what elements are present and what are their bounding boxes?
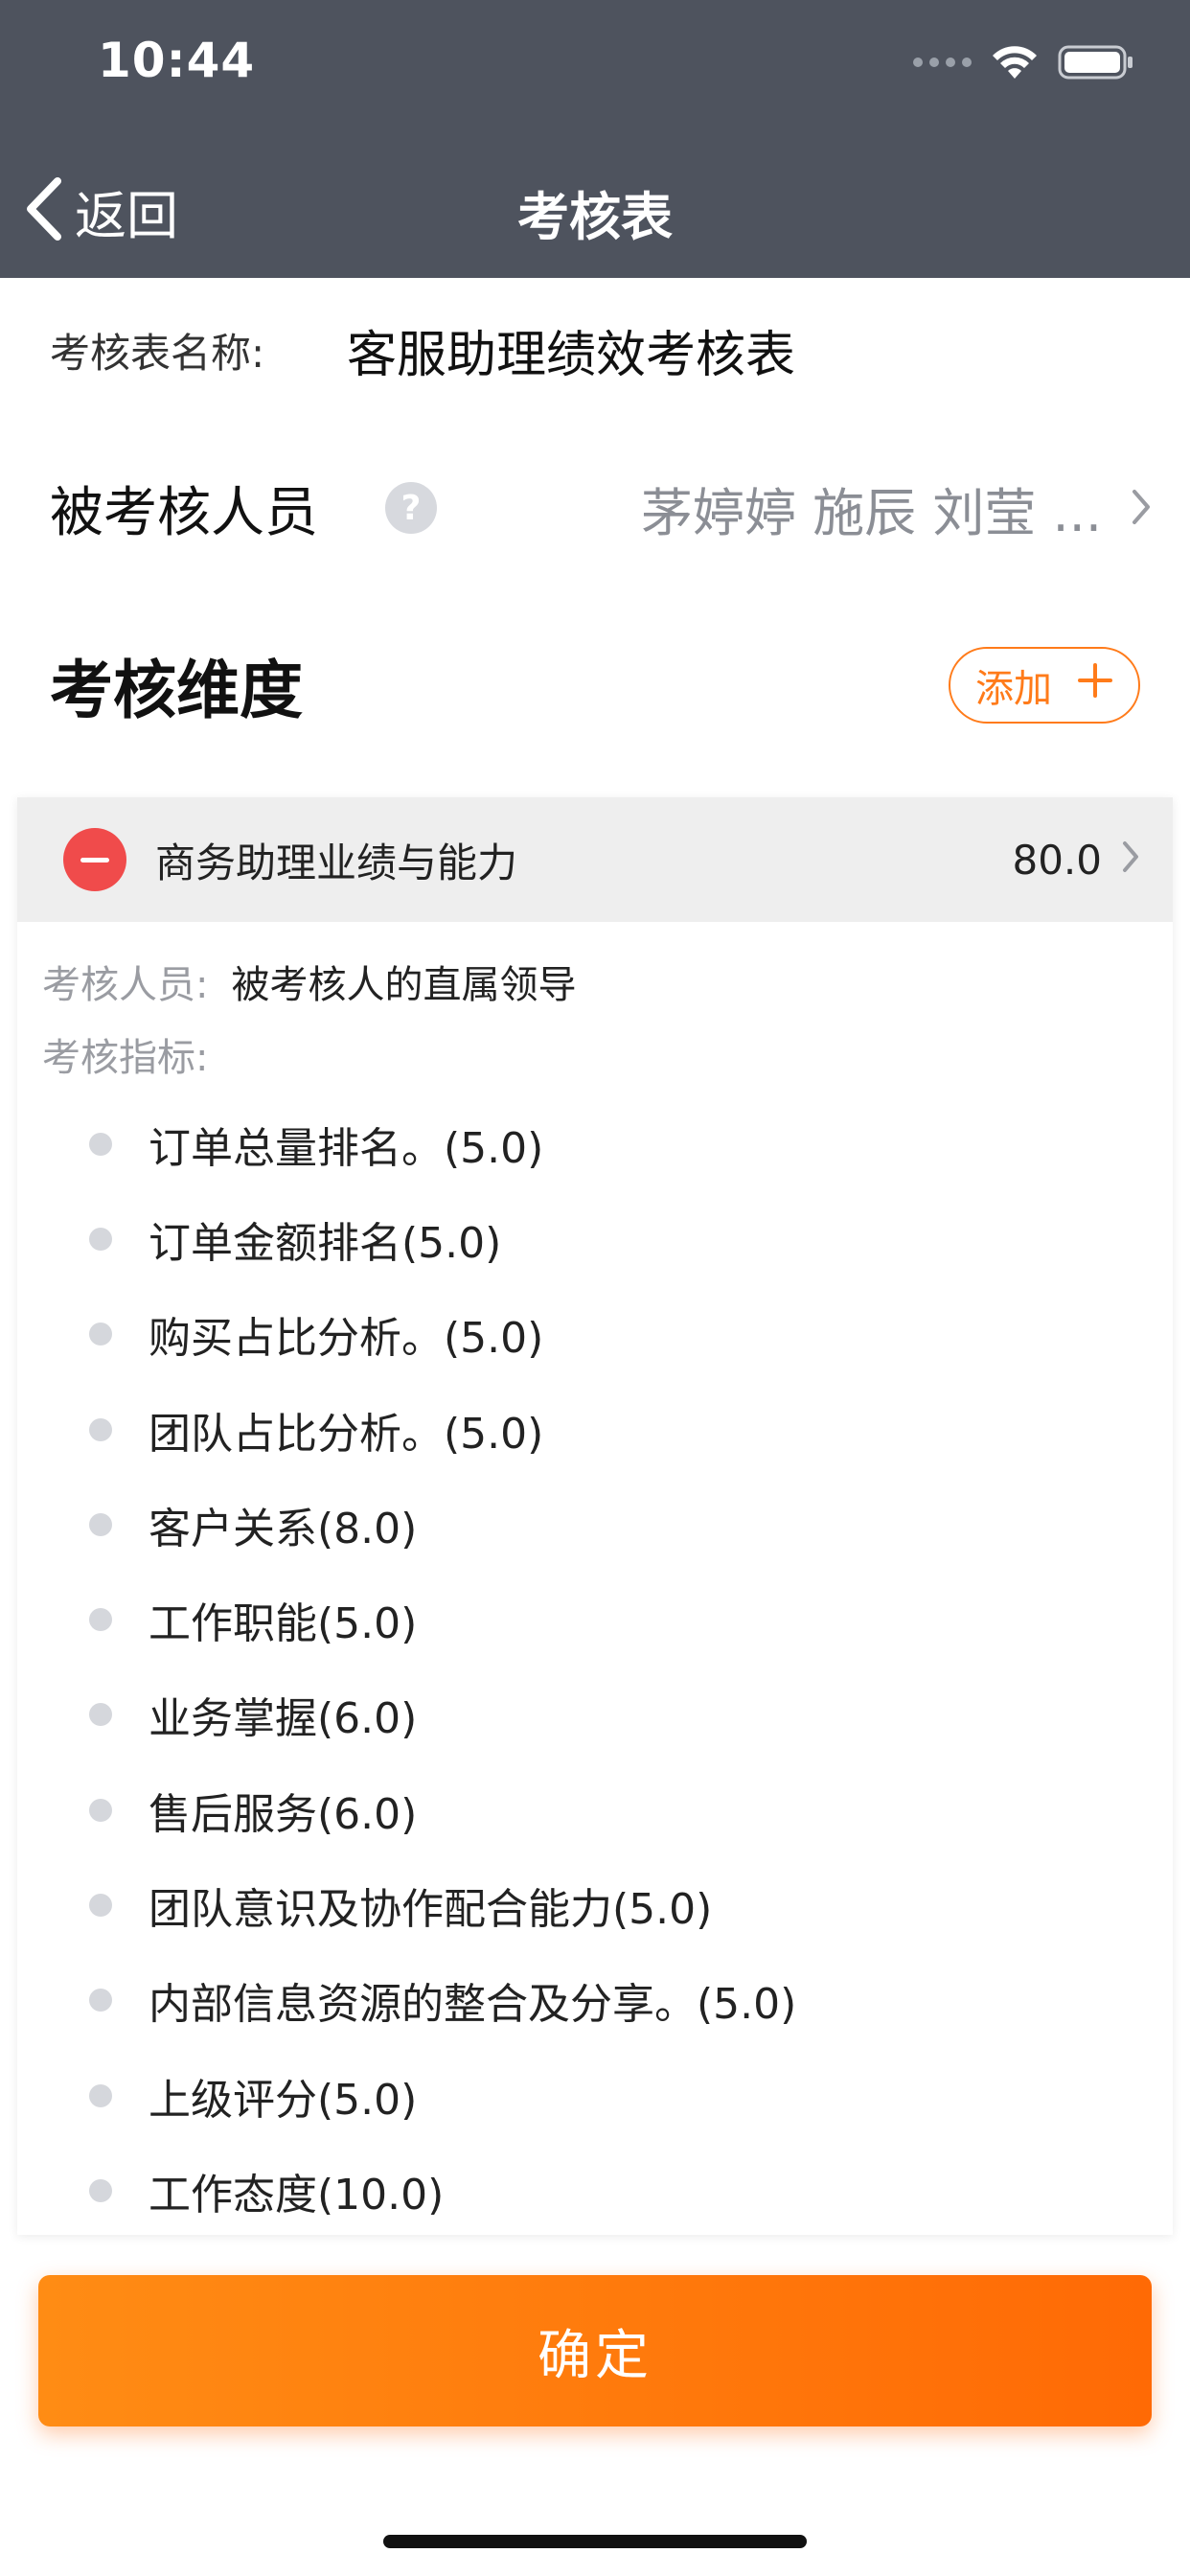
- wifi-icon: [991, 44, 1039, 80]
- bullet-icon: [89, 2083, 112, 2107]
- list-item: 团队占比分析。(5.0): [17, 1382, 1173, 1477]
- dimension-card: 商务助理业绩与能力 80.0 考核人员: 被考核人的直属领导 考核指标: 订单总…: [17, 797, 1173, 2235]
- list-item: 订单金额排名(5.0): [17, 1191, 1173, 1286]
- bullet-icon: [89, 1989, 112, 2012]
- reviewer-line: 考核人员: 被考核人的直属领导: [42, 945, 1173, 1018]
- status-icons: [913, 38, 1134, 86]
- bullet-icon: [89, 1894, 112, 1918]
- bullet-icon: [89, 1703, 112, 1727]
- bullet-icon: [89, 1798, 112, 1822]
- indicator-text: 工作态度(10.0): [149, 2170, 445, 2220]
- bullet-icon: [89, 1512, 112, 1536]
- indicators-label: 考核指标:: [42, 1036, 209, 1080]
- people-row[interactable]: 被考核人员 ? 茅婷婷 施辰 刘莹 ...: [50, 470, 1152, 546]
- indicator-text: 上级评分(5.0): [149, 2075, 418, 2125]
- bullet-icon: [89, 1608, 112, 1632]
- add-dimension-button[interactable]: 添加: [949, 647, 1140, 724]
- bullet-icon: [89, 1132, 112, 1156]
- indicator-text: 购买占比分析。(5.0): [149, 1314, 544, 1364]
- minus-icon: [80, 857, 109, 862]
- plus-icon: [1077, 662, 1113, 708]
- indicator-text: 订单金额排名(5.0): [149, 1218, 502, 1268]
- dimension-card-header[interactable]: 商务助理业绩与能力 80.0: [17, 797, 1173, 922]
- list-item: 上级评分(5.0): [17, 2048, 1173, 2143]
- list-item: 售后服务(6.0): [17, 1762, 1173, 1857]
- indicator-text: 业务掌握(6.0): [149, 1694, 418, 1744]
- confirm-button[interactable]: 确定: [38, 2275, 1152, 2426]
- remove-dimension-button[interactable]: [63, 828, 126, 891]
- list-item: 团队意识及协作配合能力(5.0): [17, 1857, 1173, 1952]
- list-item: 工作态度(10.0): [17, 2143, 1173, 2235]
- list-item: 客户关系(8.0): [17, 1477, 1173, 1572]
- top-bar: 10:44 返回 考核表: [0, 0, 1190, 278]
- chevron-right-icon: [1131, 478, 1152, 539]
- people-value: 茅婷婷 施辰 刘莹 ...: [641, 482, 1102, 543]
- bullet-icon: [89, 1322, 112, 1346]
- help-icon[interactable]: ?: [385, 482, 437, 534]
- bullet-icon: [89, 1227, 112, 1251]
- page-title: 考核表: [517, 187, 673, 247]
- reviewer-label: 考核人员:: [42, 963, 209, 1007]
- name-label: 考核表名称:: [50, 329, 265, 377]
- dimension-score-wrap: 80.0: [1012, 837, 1140, 884]
- bullet-icon: [89, 2178, 112, 2202]
- dimension-name: 商务助理业绩与能力: [155, 839, 518, 886]
- indicator-text: 团队意识及协作配合能力(5.0): [149, 1885, 713, 1935]
- cellular-signal-icon: [913, 58, 972, 67]
- indicator-text: 工作职能(5.0): [149, 1599, 418, 1649]
- list-item: 购买占比分析。(5.0): [17, 1287, 1173, 1382]
- home-indicator: [383, 2535, 807, 2548]
- form-name-row: 考核表名称: 客服助理绩效考核表: [50, 316, 1140, 384]
- indicator-text: 订单总量排名。(5.0): [149, 1123, 544, 1173]
- indicator-text: 团队占比分析。(5.0): [149, 1409, 544, 1459]
- list-item: 订单总量排名。(5.0): [17, 1096, 1173, 1191]
- status-time: 10:44: [98, 33, 256, 88]
- add-label: 添加: [975, 667, 1052, 711]
- battery-icon: [1058, 44, 1134, 80]
- dimension-score: 80.0: [1012, 836, 1102, 884]
- page: 10:44 返回 考核表 考核表名称: 客服助理绩效考核表 被考核人员 ? 茅婷…: [0, 0, 1190, 2576]
- list-item: 业务掌握(6.0): [17, 1668, 1173, 1762]
- chevron-right-icon: [1121, 837, 1140, 884]
- bullet-icon: [89, 1417, 112, 1441]
- people-value-wrap: 茅婷婷 施辰 刘莹 ...: [641, 471, 1152, 546]
- indicators-line: 考核指标:: [42, 1018, 1173, 1091]
- list-item: 工作职能(5.0): [17, 1572, 1173, 1667]
- dimensions-header: 考核维度 添加: [50, 642, 1140, 728]
- name-value: 客服助理绩效考核表: [347, 326, 796, 384]
- indicator-text: 内部信息资源的整合及分享。(5.0): [149, 1980, 797, 2030]
- indicator-list: 订单总量排名。(5.0) 订单金额排名(5.0) 购买占比分析。(5.0) 团队…: [17, 1096, 1173, 2235]
- dimension-meta: 考核人员: 被考核人的直属领导 考核指标:: [17, 922, 1173, 1091]
- indicator-text: 售后服务(6.0): [149, 1789, 418, 1839]
- indicator-text: 客户关系(8.0): [149, 1504, 418, 1553]
- dimensions-title: 考核维度: [50, 654, 303, 727]
- reviewer-value: 被考核人的直属领导: [231, 963, 577, 1007]
- list-item: 内部信息资源的整合及分享。(5.0): [17, 1953, 1173, 2048]
- people-label: 被考核人员: [50, 481, 318, 544]
